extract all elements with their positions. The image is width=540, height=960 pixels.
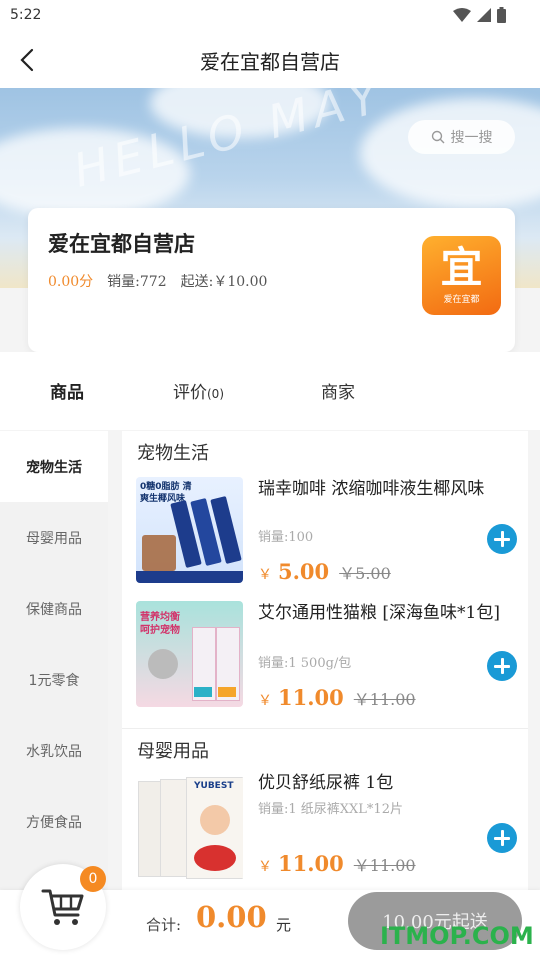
shop-info-card: 爱在宜都自营店 0.00分 销量:772 起送:￥10.00 宜 爱在宜都 xyxy=(28,208,515,352)
tab-reviews[interactable]: 评价(0) xyxy=(173,378,224,403)
search-icon xyxy=(431,130,444,144)
category-sidebar: 宠物生活 母婴用品 保健商品 1元零食 水乳饮品 方便食品 xyxy=(0,431,108,901)
tab-reviews-count: (0) xyxy=(207,387,224,401)
tab-reviews-label: 评价 xyxy=(173,383,207,403)
shop-logo-char: 宜 xyxy=(440,243,483,292)
battery-icon xyxy=(497,7,506,23)
product-image: YUBEST xyxy=(136,775,243,881)
total-value: 0.00 xyxy=(196,900,267,934)
tab-merchant[interactable]: 商家 xyxy=(321,378,355,403)
product-name: 艾尔通用性猫粮 [深海鱼味*1包] xyxy=(258,603,500,623)
product-sales: 销量:100 xyxy=(258,530,314,545)
page-title: 爱在宜都自营店 xyxy=(200,50,340,74)
shop-name: 爱在宜都自营店 xyxy=(48,231,195,256)
price-original: ￥5.00 xyxy=(339,564,391,583)
price-currency: ￥ xyxy=(258,567,272,583)
tab-goods[interactable]: 商品 xyxy=(50,378,84,403)
tab-merchant-label: 商家 xyxy=(321,383,355,403)
shop-logo-text: 爱在宜都 xyxy=(443,295,480,305)
price-original: ￥11.00 xyxy=(353,856,416,875)
cart-count-badge: 0 xyxy=(80,866,106,892)
tab-goods-label: 商品 xyxy=(50,383,84,403)
sidebar-item-drinks[interactable]: 水乳饮品 xyxy=(0,715,108,786)
shop-sales: 销量:772 xyxy=(107,274,167,290)
shop-logo: 宜 爱在宜都 xyxy=(422,236,501,315)
section-divider xyxy=(122,728,528,729)
product-name: 优贝舒纸尿裤 1包 xyxy=(258,773,394,793)
search-label: 搜一搜 xyxy=(450,130,493,146)
price-current: 11.00 xyxy=(278,685,344,710)
shopping-cart-icon xyxy=(41,889,84,925)
product-sales: 销量:1 纸尿裤XXL*12片 xyxy=(258,802,403,817)
product-image: 营养均衡 呵护宠物 xyxy=(136,601,243,707)
banner-deco-text: HELLO MAY xyxy=(68,88,390,198)
signal-icon xyxy=(477,8,491,22)
product-image-caption: 营养均衡 呵护宠物 xyxy=(140,612,180,636)
watermark: ITMOP.COM xyxy=(380,922,534,950)
wifi-icon xyxy=(453,8,471,22)
add-to-cart-button[interactable] xyxy=(487,823,517,853)
shop-tabs: 商品 评价(0) 商家 xyxy=(0,352,540,430)
sidebar-item-baby[interactable]: 母婴用品 xyxy=(0,502,108,573)
sidebar-item-pet[interactable]: 宠物生活 xyxy=(0,431,108,502)
status-icons xyxy=(453,7,506,23)
price-current: 5.00 xyxy=(278,559,330,584)
status-bar: 5:22 xyxy=(0,0,540,32)
product-price: ￥ 11.00 ￥11.00 xyxy=(258,685,416,710)
add-to-cart-button[interactable] xyxy=(487,524,517,554)
price-current: 11.00 xyxy=(278,851,344,876)
shop-min-delivery: 起送:￥10.00 xyxy=(180,274,268,290)
price-currency: ￥ xyxy=(258,693,272,709)
search-button[interactable]: 搜一搜 xyxy=(408,120,515,154)
product-list: 宠物生活 0糖0脂肪 清爽生椰风味 瑞幸咖啡 浓缩咖啡液生椰风味 销量:100 … xyxy=(122,431,528,901)
section-title: 宠物生活 xyxy=(137,443,209,464)
add-to-cart-button[interactable] xyxy=(487,651,517,681)
total-unit: 元 xyxy=(276,916,292,934)
shop-score: 0.00分 xyxy=(48,274,94,290)
product-item[interactable]: 0糖0脂肪 清爽生椰风味 瑞幸咖啡 浓缩咖啡液生椰风味 销量:100 ￥ 5.00… xyxy=(122,477,528,597)
sidebar-item-health[interactable]: 保健商品 xyxy=(0,573,108,644)
product-image: 0糖0脂肪 清爽生椰风味 xyxy=(136,477,243,583)
nav-bar: 爱在宜都自营店 xyxy=(0,32,540,88)
status-time: 5:22 xyxy=(10,7,42,23)
sidebar-item-instant-food[interactable]: 方便食品 xyxy=(0,786,108,857)
product-price: ￥ 5.00 ￥5.00 xyxy=(258,559,391,584)
product-image-caption: YUBEST xyxy=(194,781,234,791)
product-name: 瑞幸咖啡 浓缩咖啡液生椰风味 xyxy=(258,479,485,499)
sidebar-item-snacks[interactable]: 1元零食 xyxy=(0,644,108,715)
price-currency: ￥ xyxy=(258,859,272,875)
product-price: ￥ 11.00 ￥11.00 xyxy=(258,851,416,876)
section-title: 母婴用品 xyxy=(137,741,209,762)
product-item[interactable]: 营养均衡 呵护宠物 艾尔通用性猫粮 [深海鱼味*1包] 销量:1 500g/包 … xyxy=(122,601,528,721)
total-label: 合计: xyxy=(146,916,182,934)
product-sales: 销量:1 500g/包 xyxy=(258,656,352,671)
product-item[interactable]: YUBEST 优贝舒纸尿裤 1包 销量:1 纸尿裤XXL*12片 ￥ 11.00 … xyxy=(122,771,528,891)
price-original: ￥11.00 xyxy=(353,690,416,709)
shop-meta: 0.00分 销量:772 起送:￥10.00 xyxy=(48,271,267,291)
